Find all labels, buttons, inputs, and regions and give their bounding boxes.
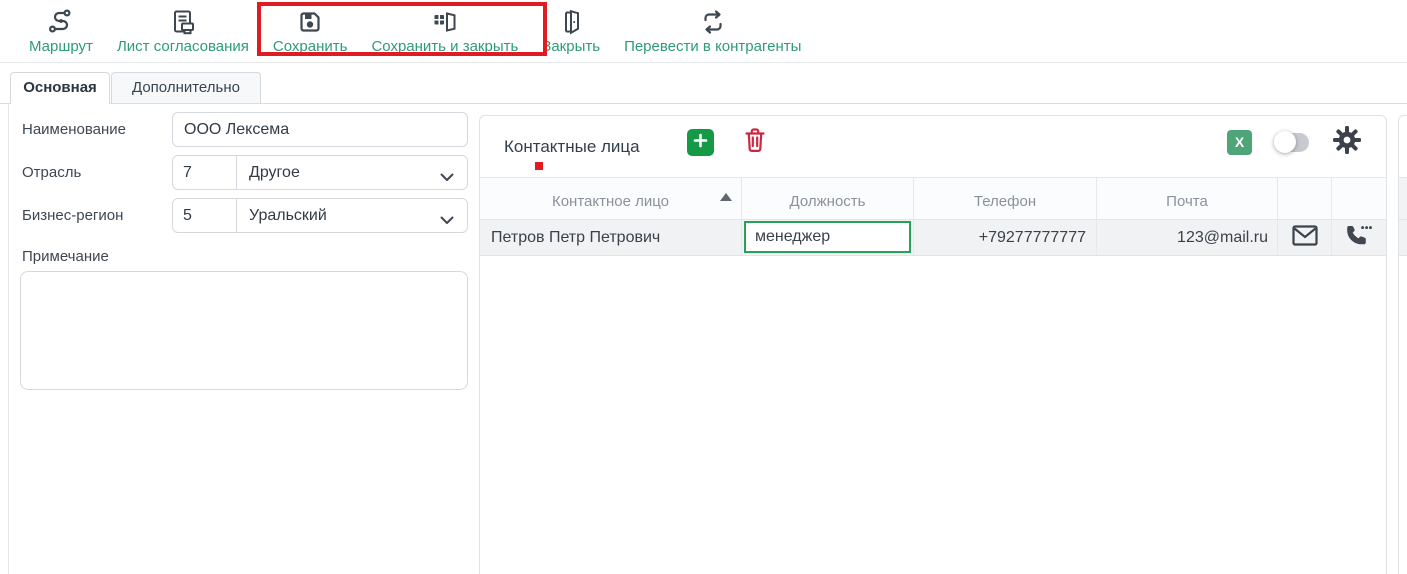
door-icon	[557, 7, 585, 37]
transfer-icon	[699, 7, 727, 37]
header-cell-call-action	[1332, 178, 1386, 219]
tab-additional[interactable]: Дополнительно	[111, 72, 261, 103]
cell-contact-person[interactable]: Петров Петр Петрович	[480, 220, 742, 255]
toolbar-label: Закрыть	[542, 38, 601, 55]
grid-toggle-switch[interactable]	[1274, 131, 1309, 153]
cell-phone[interactable]: +79277777777	[914, 220, 1097, 255]
form-panel-border	[8, 104, 9, 574]
name-field-label: Наименование	[22, 121, 126, 138]
grid-settings-button[interactable]	[1332, 125, 1362, 160]
annotation-red-marker	[535, 162, 543, 170]
sort-asc-icon	[720, 193, 732, 201]
chevron-down-icon	[440, 169, 454, 187]
gear-icon	[1332, 125, 1362, 160]
send-email-button[interactable]	[1278, 220, 1332, 255]
column-title: Контактное лицо	[551, 193, 670, 210]
route-icon	[47, 7, 75, 37]
tab-main[interactable]: Основная	[10, 72, 110, 104]
header-cell-email[interactable]: Почта	[1097, 178, 1278, 219]
adjacent-grid-row-band	[1399, 220, 1407, 256]
header-cell-position[interactable]: Должность	[742, 178, 914, 219]
business-region-select-value: Уральский	[249, 207, 327, 224]
column-title: Телефон	[973, 193, 1037, 210]
industry-field-label: Отрасль	[22, 164, 82, 181]
toolbar-label: Сохранить	[272, 38, 348, 55]
toggle-knob	[1274, 131, 1296, 153]
business-region-select[interactable]: 5 Уральский	[172, 198, 468, 233]
trash-icon	[742, 126, 768, 160]
note-field-label: Примечание	[22, 248, 109, 265]
toolbar-divider	[0, 62, 1407, 63]
table-row[interactable]: Петров Петр Петрович менеджер +792777777…	[480, 220, 1386, 256]
contacts-panel: Контактные лица X Контактное лицо Должно…	[479, 115, 1387, 574]
phone-call-icon	[1345, 223, 1373, 252]
add-contact-button[interactable]	[687, 129, 714, 156]
cell-email[interactable]: 123@mail.ru	[1097, 220, 1278, 255]
save-icon	[296, 7, 324, 37]
plus-icon	[693, 133, 708, 153]
business-region-code-input[interactable]: 5	[173, 199, 237, 232]
name-input[interactable]	[172, 112, 468, 147]
toolbar-button-close[interactable]: Закрыть	[542, 0, 600, 55]
header-cell-phone[interactable]: Телефон	[914, 178, 1097, 219]
toolbar-button-save-and-close[interactable]: Сохранить и закрыть	[371, 0, 518, 55]
toolbar-button-route[interactable]: Маршрут	[29, 0, 93, 55]
industry-select[interactable]: 7 Другое	[172, 155, 468, 190]
tab-label: Дополнительно	[132, 79, 240, 96]
toolbar-label: Сохранить и закрыть	[371, 38, 519, 55]
selected-cell-editor[interactable]: менеджер	[744, 221, 911, 253]
save-and-close-icon	[431, 7, 459, 37]
industry-code-input[interactable]: 7	[173, 156, 237, 189]
toolbar-label: Перевести в контрагенты	[624, 38, 802, 55]
header-cell-email-action	[1278, 178, 1332, 219]
column-title: Должность	[789, 193, 866, 210]
call-phone-button[interactable]	[1332, 220, 1386, 255]
toolbar-label: Лист согласования	[116, 38, 249, 55]
approval-sheet-icon	[169, 7, 197, 37]
column-title: Почта	[1166, 193, 1208, 210]
envelope-icon	[1291, 224, 1318, 251]
chevron-down-icon	[440, 212, 454, 230]
note-textarea[interactable]	[20, 271, 468, 390]
toolbar-label: Маршрут	[29, 38, 93, 55]
toolbar-button-approval-sheet[interactable]: Лист согласования	[117, 0, 249, 55]
table-header-row: Контактное лицо Должность Телефон Почта	[480, 177, 1386, 220]
adjacent-grid-header-band	[1399, 177, 1407, 220]
toolbar: Маршрут Лист согласования Сохранить Сохр…	[0, 0, 1407, 62]
contacts-panel-title: Контактные лица	[504, 137, 640, 156]
excel-x-icon: X	[1234, 134, 1245, 150]
delete-contact-button[interactable]	[741, 126, 769, 160]
tabbar-divider	[0, 103, 1407, 104]
tab-label: Основная	[23, 79, 97, 96]
export-excel-button[interactable]: X	[1227, 130, 1252, 155]
cell-position[interactable]: менеджер	[742, 220, 914, 255]
header-cell-contact-person[interactable]: Контактное лицо	[480, 178, 742, 219]
business-region-field-label: Бизнес-регион	[22, 207, 124, 224]
toolbar-button-transfer-to-counterparties[interactable]: Перевести в контрагенты	[624, 0, 801, 55]
adjacent-grid-panel	[1398, 115, 1407, 574]
industry-select-value: Другое	[249, 164, 300, 181]
toolbar-button-save[interactable]: Сохранить	[272, 0, 348, 55]
